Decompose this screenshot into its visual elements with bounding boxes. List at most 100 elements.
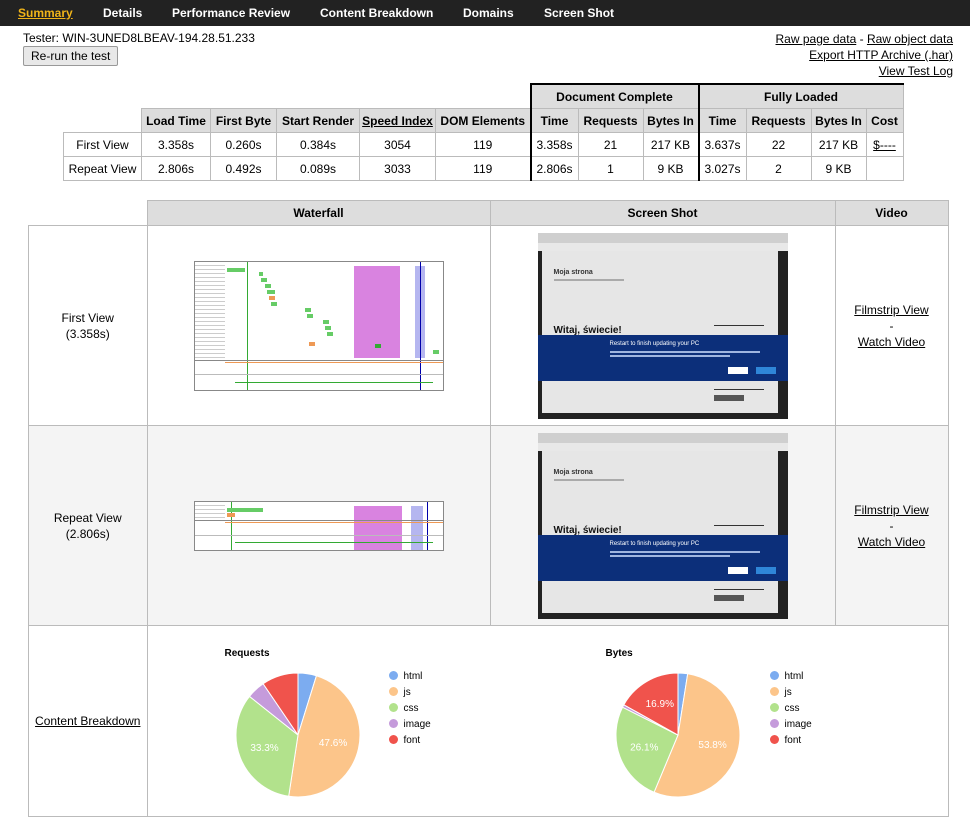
requests-pie-chart: 47.6% 33.3% [235,672,360,798]
image-color-dot [769,719,779,728]
cell: 2.806s [529,156,579,181]
bytes-chart-title: Bytes [605,648,633,659]
site-subtitle [553,478,624,481]
legend-item-css: css [388,701,431,717]
bytes-pie-slices: 53.8% 26.1% 16.9% [615,672,740,798]
repeat-view-waterfall-thumbnail[interactable] [193,500,444,551]
bytes-pie-chart: 53.8% 26.1% 16.9% [615,672,740,798]
pie-data-label: 47.6% [318,738,346,749]
tab-screen-shot[interactable]: Screen Shot [544,6,614,20]
tab-content-breakdown[interactable]: Content Breakdown [320,6,433,20]
first-view-waterfall-thumbnail[interactable] [193,260,444,391]
cell: 2 [745,156,812,181]
repeat-view-waterfall-cell [146,425,491,626]
repeat-view-watch-video-link[interactable]: Watch Video [858,535,925,549]
cell: 217 KB [810,132,867,157]
legend-label: image [403,719,431,730]
document-complete-header: Document Complete [529,83,699,109]
cost-link[interactable]: $---- [873,138,896,152]
first-view-watch-video-link[interactable]: Watch Video [858,335,925,349]
legend-item-font: font [388,733,431,749]
update-dialog-title: Restart to finish updating your PC [609,340,700,347]
pie-data-label: 33.3% [250,743,278,754]
view-test-log-link[interactable]: View Test Log [879,64,953,78]
bytes-legend: html js css image font [769,669,812,749]
html-color-dot [769,671,779,680]
divider [713,324,764,326]
repeat-view-screenshot-cell: Moja strona Witaj, świecie! Restart to f… [489,425,836,626]
col-cost: Cost [865,108,904,133]
row-label: First View [63,132,142,157]
content-breakdown-label-cell: Content Breakdown [28,625,148,817]
legend-item-html: html [769,669,812,685]
cell: 119 [435,132,531,157]
first-view-waterfall-cell [146,225,491,426]
fully-loaded-header: Fully Loaded [697,83,904,109]
legend-item-image: image [388,717,431,733]
cell: 3033 [359,156,436,181]
tester-info: Tester: WIN-3UNED8LBEAV-194.28.51.233 [23,31,255,45]
legend-item-js: js [769,685,812,701]
first-view-screenshot-thumbnail[interactable]: Moja strona Witaj, świecie! Restart to f… [537,232,788,419]
content-breakdown-link[interactable]: Content Breakdown [35,714,140,728]
cell: 0.260s [210,132,277,157]
browser-titlebar [537,232,788,243]
requests-legend: html js css image font [388,669,431,749]
speed-index-link[interactable]: Speed Index [362,114,433,128]
browser-titlebar [537,432,788,443]
legend-label: js [784,687,792,698]
first-view-filmstrip-link[interactable]: Filmstrip View [854,303,928,317]
first-view-screenshot-cell: Moja strona Witaj, świecie! Restart to f… [489,225,836,426]
pie-data-label: 26.1% [630,742,658,753]
html-color-dot [388,671,398,680]
cell: 22 [745,132,812,157]
cell: 21 [577,132,644,157]
pie-data-label: 53.8% [698,740,726,751]
tab-domains[interactable]: Domains [463,6,514,20]
first-view-time: (3.358s) [65,326,110,341]
dialog-text-line [609,354,730,357]
js-color-dot [769,687,779,696]
link-separator: - [859,32,864,46]
tab-summary[interactable]: Summary [18,6,73,20]
cell: 217 KB [642,132,699,157]
cell: 119 [435,156,531,181]
legend-item-html: html [388,669,431,685]
col-doc-bytes: Bytes In [642,108,699,133]
tab-details[interactable]: Details [103,6,142,20]
cell: 9 KB [810,156,867,181]
css-color-dot [388,703,398,712]
font-color-dot [388,735,398,744]
dialog-text-line [609,550,760,553]
export-har-link[interactable]: Export HTTP Archive (.har) [809,48,953,62]
col-load-time: Load Time [141,108,211,133]
dialog-button [755,566,776,574]
repeat-view-time: (2.806s) [65,526,110,541]
legend-label: css [403,703,419,714]
pie-data-label: 16.9% [645,699,673,710]
repeat-view-filmstrip-link[interactable]: Filmstrip View [854,503,928,517]
legend-label: font [784,735,802,746]
update-dialog: Restart to finish updating your PC [537,334,788,381]
legend-label: js [403,687,411,698]
cell [865,156,904,181]
col-start-render: Start Render [276,108,360,133]
rerun-test-button[interactable]: Re-run the test [23,46,119,66]
requests-chart-title: Requests [224,648,270,659]
update-dialog: Restart to finish updating your PC [537,534,788,581]
legend-label: css [784,703,800,714]
col-doc-requests: Requests [577,108,644,133]
divider [713,388,764,390]
cell: 9 KB [642,156,699,181]
repeat-view-label-cell: Repeat View (2.806s) [28,425,148,626]
col-speed-index: Speed Index [359,108,436,133]
raw-page-data-link[interactable]: Raw page data [776,32,857,46]
divider [713,588,764,590]
table-row: Repeat View 2.806s 0.492s 0.089s 3033 11… [63,156,904,181]
link-dash: - [889,318,894,333]
raw-object-data-link[interactable]: Raw object data [867,32,953,46]
top-links: Raw page data - Raw object data Export H… [776,31,953,79]
tab-performance-review[interactable]: Performance Review [172,6,290,20]
cell: 0.492s [210,156,277,181]
repeat-view-screenshot-thumbnail[interactable]: Moja strona Witaj, świecie! Restart to f… [537,432,788,619]
